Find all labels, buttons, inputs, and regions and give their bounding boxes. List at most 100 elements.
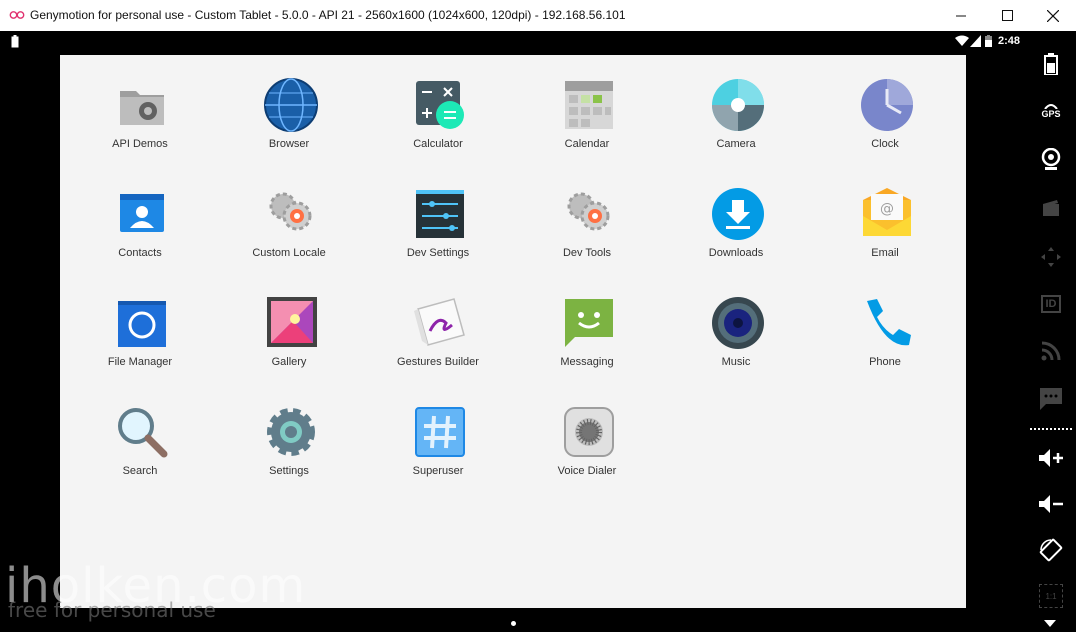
sidebar-rotate-button[interactable] — [1036, 535, 1066, 565]
sidebar-volume-down-button[interactable] — [1036, 489, 1066, 519]
contacts-icon — [120, 194, 164, 232]
app-label: Phone — [869, 356, 901, 368]
media-icon — [1043, 200, 1059, 216]
battery-icon — [1044, 53, 1058, 75]
app-drawer: API Demos Browser Calculator Calendar Ca… — [60, 55, 966, 608]
camera-aperture-icon — [712, 79, 764, 131]
scale-label: 1:1 — [1045, 591, 1057, 601]
clock-icon — [861, 79, 913, 131]
android-status-bar: 2:48 — [0, 31, 1026, 52]
message-smile-icon — [565, 299, 613, 347]
app-browser[interactable]: Browser — [219, 77, 359, 167]
speaker-icon — [712, 297, 764, 349]
svg-text:@: @ — [880, 201, 894, 217]
app-calculator[interactable]: Calculator — [368, 77, 508, 167]
app-label: Superuser — [412, 465, 464, 477]
app-music[interactable]: Music — [666, 295, 806, 385]
app-dev-tools[interactable]: Dev Tools — [517, 186, 657, 276]
app-calendar[interactable]: Calendar — [517, 77, 657, 167]
app-label: Email — [871, 247, 899, 259]
sliders-icon — [416, 190, 464, 238]
app-label: Calculator — [413, 138, 463, 150]
home-indicator[interactable] — [511, 621, 516, 626]
app-label: API Demos — [112, 138, 168, 150]
app-file-manager[interactable]: File Manager — [70, 295, 210, 385]
app-label: Custom Locale — [252, 247, 326, 259]
envelope-icon: @ — [863, 188, 911, 236]
hash-icon — [415, 407, 465, 457]
sidebar-sms-button[interactable] — [1036, 384, 1066, 414]
app-messaging[interactable]: Messaging — [517, 295, 657, 385]
app-voice-dialer[interactable]: Voice Dialer — [517, 404, 657, 494]
app-search[interactable]: Search — [70, 404, 210, 494]
app-label: Downloads — [708, 247, 764, 259]
minimize-icon — [955, 15, 966, 17]
sidebar-webcam-button[interactable] — [1036, 144, 1066, 174]
app-settings[interactable]: Settings — [219, 404, 359, 494]
app-custom-locale[interactable]: Custom Locale — [219, 186, 359, 276]
app-gestures-builder[interactable]: Gestures Builder — [368, 295, 508, 385]
app-downloads[interactable]: Downloads — [666, 186, 806, 276]
gears-icon — [567, 192, 610, 231]
gears-icon — [269, 192, 312, 231]
app-contacts[interactable]: Contacts — [70, 186, 210, 276]
app-label: Settings — [269, 465, 309, 477]
phone-icon — [867, 299, 911, 346]
sidebar-scale-button[interactable]: 1:1 — [1036, 581, 1066, 611]
rotate-icon — [1039, 538, 1063, 562]
watermark-subtext: free for personal use — [8, 598, 216, 622]
app-label: Dev Tools — [562, 247, 612, 259]
sms-icon — [1040, 388, 1062, 410]
app-label: Music — [721, 356, 751, 368]
sidebar-rss-button[interactable] — [1036, 336, 1066, 366]
volume-up-icon — [1039, 449, 1063, 467]
close-button[interactable] — [1030, 0, 1076, 31]
globe-icon — [264, 78, 318, 132]
app-camera[interactable]: Camera — [666, 77, 806, 167]
calculator-icon — [416, 81, 464, 129]
app-label: Browser — [268, 138, 310, 150]
app-api-demos[interactable]: API Demos — [70, 77, 210, 167]
app-dev-settings[interactable]: Dev Settings — [368, 186, 508, 276]
id-icon: ID — [1041, 295, 1061, 313]
scale-icon: 1:1 — [1039, 584, 1063, 608]
picture-frame-icon — [267, 297, 317, 347]
window-title: Genymotion for personal use - Custom Tab… — [30, 8, 626, 22]
app-label: Clock — [871, 138, 899, 150]
sidebar-media-button[interactable] — [1036, 193, 1066, 223]
genymotion-sidebar: GPS ID 1:1 — [1026, 31, 1076, 632]
sidebar-battery-button[interactable] — [1036, 49, 1066, 79]
genymotion-logo-icon — [9, 11, 25, 19]
dpad-icon — [1041, 247, 1061, 267]
sidebar-volume-up-button[interactable] — [1036, 443, 1066, 473]
download-icon — [712, 188, 764, 240]
battery-icon — [11, 35, 19, 48]
minimize-button[interactable] — [938, 0, 984, 31]
app-email[interactable]: @ Email — [815, 186, 955, 276]
app-label: Search — [122, 465, 158, 477]
app-label: Calendar — [564, 138, 610, 150]
app-phone[interactable]: Phone — [815, 295, 955, 385]
sidebar-dpad-button[interactable] — [1036, 242, 1066, 272]
app-gallery[interactable]: Gallery — [219, 295, 359, 385]
id-label: ID — [1045, 298, 1057, 310]
sidebar-gps-button[interactable]: GPS — [1036, 95, 1066, 125]
sidebar-id-button[interactable]: ID — [1036, 289, 1066, 319]
app-label: Dev Settings — [406, 247, 470, 259]
file-manager-icon — [118, 301, 166, 347]
wifi-icon — [955, 35, 969, 46]
window-titlebar: Genymotion for personal use - Custom Tab… — [0, 0, 1076, 32]
sidebar-separator — [1030, 428, 1072, 430]
app-label: Gestures Builder — [397, 356, 479, 368]
app-label: Contacts — [118, 247, 162, 259]
app-label: Gallery — [271, 356, 307, 368]
voice-dialer-icon — [564, 407, 614, 457]
app-label: Voice Dialer — [557, 465, 617, 477]
app-clock[interactable]: Clock — [815, 77, 955, 167]
maximize-button[interactable] — [984, 0, 1030, 31]
signal-icon — [970, 35, 981, 47]
app-label: Messaging — [560, 356, 614, 368]
scroll-down-icon[interactable] — [1044, 620, 1056, 628]
app-superuser[interactable]: Superuser — [368, 404, 508, 494]
calendar-icon — [565, 81, 613, 129]
